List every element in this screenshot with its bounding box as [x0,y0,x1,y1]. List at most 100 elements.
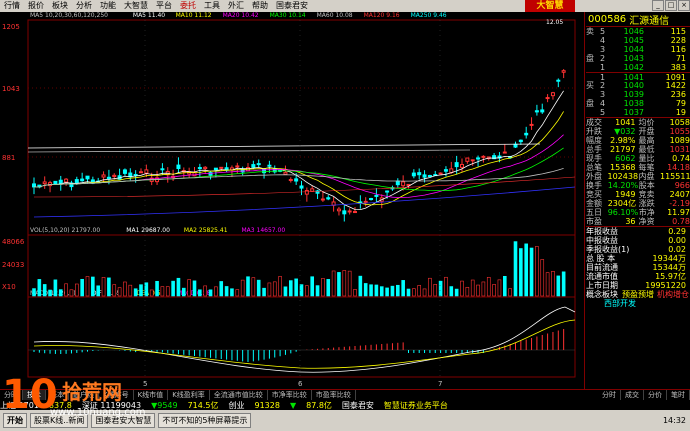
stat-value: 1058 [669,118,690,127]
candle-body [524,132,529,136]
menu-item[interactable]: 外汇 [224,0,248,12]
stat-row: 换手 14.20% 股本 966 [586,181,690,190]
order-level: 1 [600,73,606,82]
minimize-button[interactable]: _ [652,0,664,11]
region-label[interactable]: 西部开发 [604,299,636,308]
volume-bar [406,288,411,297]
stat-value: 1949 [615,190,636,199]
panel-tab[interactable]: 成交 [621,390,644,400]
chart-tab[interactable]: 市净率比较 [268,390,312,400]
candle-body [369,198,374,201]
kline-chart[interactable]: 1205 1043 881 48066 24033 X10 MA5 10,20,30,60,… [0,12,585,389]
finance-value: 0.02 [668,245,686,254]
volume-bar [294,278,298,297]
volume-bar [198,289,202,297]
candle-body [112,174,117,177]
menu-item[interactable]: 平台 [152,0,176,12]
order-row[interactable]: 3 1044 116 [586,45,690,54]
chart-tab[interactable]: 全流通市值比较 [210,390,268,400]
order-level: 2 [600,81,606,90]
volume-bar [337,272,341,297]
order-price: 1043 [623,54,644,63]
panel-tab[interactable]: 分时 [598,390,621,400]
menu-item[interactable]: 工具 [200,0,224,12]
maximize-button[interactable]: □ [665,0,677,11]
candle-body [203,166,208,170]
finance-label: 季报收益(1) [586,245,630,254]
chart-tab[interactable]: 市盈率比较 [312,390,356,400]
order-row[interactable]: 4 1045 228 [586,36,690,45]
menu-item[interactable]: 板块 [48,0,72,12]
macd-legend-item: DIFF 0.65 [92,290,121,297]
order-side: 盘 [586,54,594,63]
stat-row: 总笔 15368 每笔 14.18 [586,163,690,172]
candle-body [139,171,143,174]
finance-label: 中报收益 [586,236,618,245]
finance-row: 流通市值 15.97亿 [586,272,690,281]
region-row: 西部开发 [586,299,690,308]
chart-tab[interactable]: K线盈利率 [168,390,210,400]
chart-tab[interactable]: K线市值 [134,390,169,400]
candle-body [529,123,534,126]
volume-bar [123,281,127,297]
close-button[interactable]: × [678,0,690,11]
menu-item[interactable]: 帮助 [248,0,272,12]
taskbar-item[interactable]: 不可不知的5种屏幕提示 [158,413,252,428]
candle-body [48,182,53,187]
order-row[interactable]: 盘 4 1038 79 [586,99,690,108]
volume-axis-label: X10 [2,283,16,291]
menu-item[interactable]: 委托 [176,0,200,12]
ma-legend-item: MA30 10.14 [270,12,306,19]
menu-item[interactable]: 功能 [96,0,120,12]
menu-item[interactable]: 行情 [0,0,24,12]
order-price: 1037 [623,108,644,117]
order-row[interactable]: 1 1041 1091 [586,72,690,82]
candle-body [540,109,545,113]
candle-body [342,210,347,215]
volume-bar [75,283,79,297]
stat-value: 966 [674,181,690,190]
volume-bar [353,289,357,297]
volume-bar [219,281,224,297]
menu-item[interactable]: 大智慧 [120,0,152,12]
order-row[interactable]: 3 1039 236 [586,90,690,99]
order-volume: 19 [675,108,686,117]
stats-table: 成交 1041 均价 1058 升跌 ▼032 开盘 1055 幅度 2.98% 最高 1089 总手 2… [586,117,690,226]
ma-legend-item: MA60 10.08 [317,12,353,19]
order-row[interactable]: 买 2 1040 1422 [586,81,690,90]
volume-bar [69,289,74,297]
menu-item[interactable]: 分析 [72,0,96,12]
order-row[interactable]: 1 1042 383 [586,63,690,72]
ticker-item: 国泰君安 [341,400,374,410]
candle-body [53,180,58,185]
stat-value: 96.10% [607,208,639,217]
stat-label: 升跌 [586,127,602,136]
volume-bar [155,280,159,297]
stat-label: 市盈 [586,217,602,226]
volume-bar [476,284,480,297]
menu-item[interactable]: 报价 [24,0,48,12]
stat-label: 最高 [638,136,655,145]
volume-bar [278,276,282,297]
finance-value: 19951220 [645,281,686,290]
volume-bar [283,286,288,297]
watermark: 10 拾荒网 www.10huang.com [0,372,146,431]
panel-tab[interactable]: 分价 [644,390,667,400]
finance-row: 年报收益 0.29 [586,227,690,236]
concept-item[interactable]: 预盈预增 [622,290,654,299]
menu-item[interactable]: 国泰君安 [272,0,312,12]
order-level: 4 [600,99,606,108]
ticker-item: 91328 [254,400,280,410]
order-row[interactable]: 5 1037 19 [586,108,690,117]
volume-bar [385,287,389,297]
finance-row: 中报收益 0.00 [586,236,690,245]
concept-item[interactable]: 机构增仓 [657,290,689,299]
stat-label: 开盘 [638,127,655,136]
order-row[interactable]: 盘 2 1043 71 [586,54,690,63]
panel-tab[interactable]: 笔时 [667,390,690,400]
stat-value: 6062 [615,154,636,163]
order-side [586,45,600,54]
watermark-url: www.10huang.com [50,407,146,418]
order-row[interactable]: 卖 5 1046 115 [586,27,690,36]
chart-canvas[interactable]: 1205 1043 881 48066 24033 X10 MA5 10,20,30,60,… [0,12,585,389]
